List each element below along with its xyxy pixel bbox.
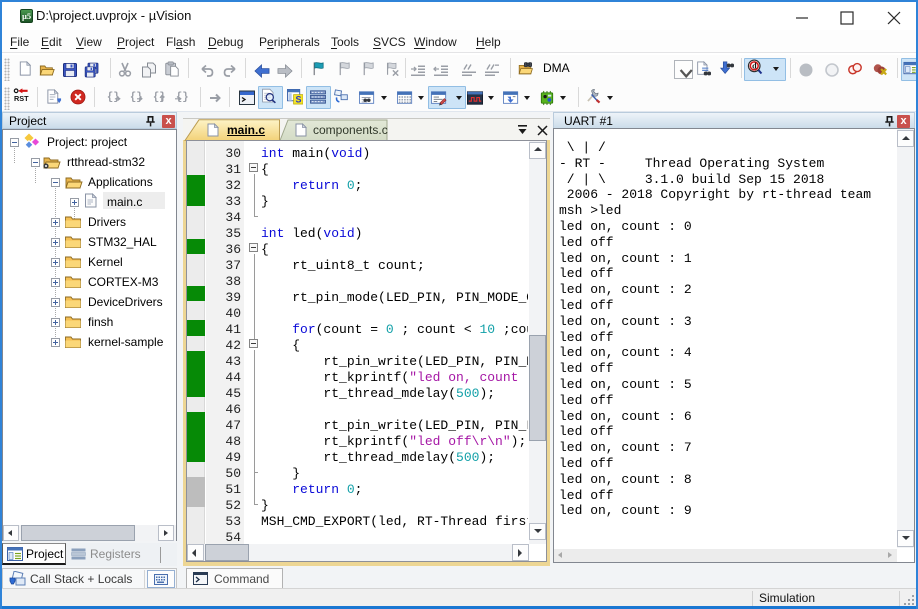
svg-text:RST: RST [14, 94, 29, 103]
svg-text:{}: {} [176, 92, 189, 104]
svg-text:S: S [295, 95, 301, 105]
svg-text:d: d [752, 62, 757, 71]
